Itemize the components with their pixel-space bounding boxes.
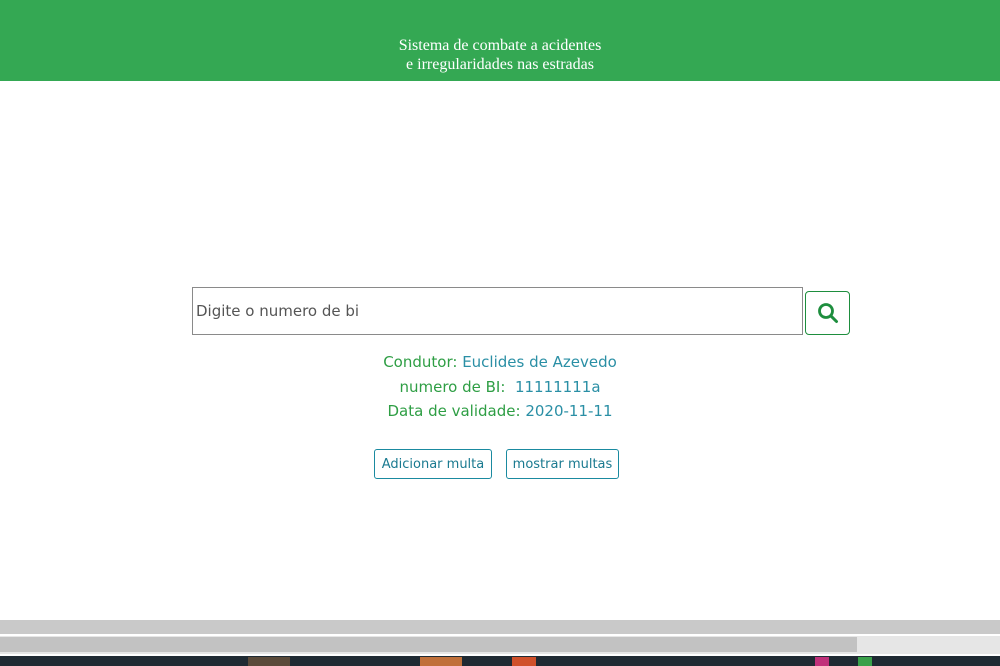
driver-bi-row: numero de BI: 11111111a bbox=[0, 378, 1000, 396]
window-border bbox=[0, 620, 1000, 634]
taskbar-app-icon[interactable] bbox=[420, 657, 462, 666]
add-fine-button[interactable]: Adicionar multa bbox=[374, 449, 492, 479]
taskbar-app-icon[interactable] bbox=[512, 657, 536, 666]
bi-search-input[interactable] bbox=[192, 287, 803, 335]
header-title-line1: Sistema de combate a acidentes bbox=[398, 37, 602, 54]
app-header: Sistema de combate a acidentes e irregul… bbox=[0, 0, 1000, 81]
scrollbar-thumb[interactable] bbox=[0, 637, 857, 652]
header-title-line2: e irregularidades nas estradas bbox=[406, 56, 594, 73]
taskbar-app-icon[interactable] bbox=[815, 657, 829, 666]
driver-validity-label: Data de validade: bbox=[387, 402, 521, 420]
search-button[interactable] bbox=[805, 291, 850, 335]
driver-name-label: Condutor: bbox=[383, 353, 458, 371]
taskbar bbox=[0, 656, 1000, 666]
driver-name-row: Condutor: Euclides de Azevedo bbox=[0, 353, 1000, 371]
taskbar-app-icon[interactable] bbox=[858, 657, 872, 666]
taskbar-app-icon[interactable] bbox=[248, 657, 290, 666]
driver-name-value: Euclides de Azevedo bbox=[462, 353, 617, 371]
driver-validity-value: 2020-11-11 bbox=[525, 402, 613, 420]
driver-bi-value: 11111111a bbox=[514, 378, 601, 396]
search-icon bbox=[817, 303, 838, 323]
show-fines-button[interactable]: mostrar multas bbox=[506, 449, 619, 479]
driver-validity-row: Data de validade: 2020-11-11 bbox=[0, 402, 1000, 420]
driver-bi-label: numero de BI: bbox=[399, 378, 506, 396]
